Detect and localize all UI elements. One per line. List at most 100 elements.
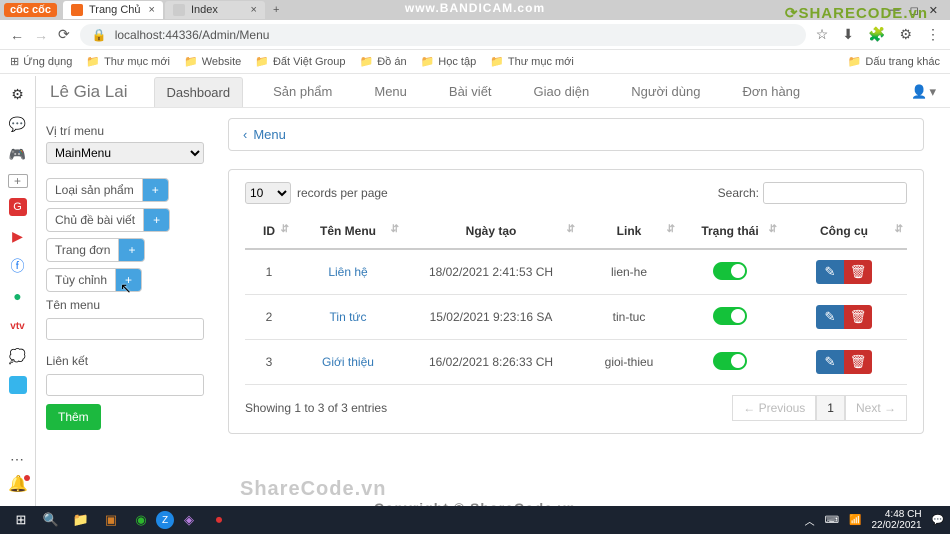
folder-icon: 📁 bbox=[184, 55, 198, 68]
col-status[interactable]: Trạng thái bbox=[679, 214, 781, 249]
menu-icon[interactable]: ⋮ bbox=[926, 26, 940, 43]
bookmark-folder[interactable]: 📁Đồ án bbox=[360, 55, 407, 68]
more-icon[interactable]: ⋯ bbox=[10, 451, 24, 468]
submit-button[interactable]: Thêm bbox=[46, 404, 101, 430]
cell-link: lien-he bbox=[579, 249, 679, 295]
bookmark-folder[interactable]: 📁Học tập bbox=[421, 55, 477, 68]
chat-icon[interactable]: 💭 bbox=[8, 346, 28, 366]
close-icon[interactable]: × bbox=[251, 4, 257, 16]
delete-button[interactable]: 🗑 bbox=[844, 305, 872, 329]
plus-icon: + bbox=[142, 179, 168, 201]
add-category-button[interactable]: Loại sản phẩm+ bbox=[46, 178, 169, 202]
breadcrumb-link[interactable]: Menu bbox=[253, 127, 286, 142]
keyboard-icon[interactable]: ⌨ bbox=[825, 515, 839, 526]
page-length-select[interactable]: 10 bbox=[245, 182, 291, 204]
zalo-icon[interactable]: Z bbox=[156, 511, 174, 529]
nav-users[interactable]: Người dùng bbox=[619, 77, 712, 106]
close-icon[interactable]: ✕ bbox=[929, 4, 938, 17]
visualstudio-icon[interactable]: ◈ bbox=[174, 506, 204, 534]
activity-bar: ⚙ 💬 🎮 + G ▶ ⓕ ● vtv 💭 bbox=[0, 76, 36, 506]
reload-icon[interactable]: ⟳ bbox=[58, 26, 70, 43]
coccoc-task-icon[interactable]: ◉ bbox=[126, 506, 156, 534]
star-icon[interactable]: ☆ bbox=[816, 26, 829, 43]
nav-dashboard[interactable]: Dashboard bbox=[154, 77, 244, 107]
nav-products[interactable]: Sản phẩm bbox=[261, 77, 344, 106]
app-icon[interactable]: G bbox=[9, 198, 27, 216]
bookmark-folder[interactable]: 📁Thư mục mới bbox=[86, 55, 170, 68]
search-input[interactable] bbox=[763, 182, 907, 204]
browser-tab-0[interactable]: Trang Chủ × bbox=[63, 1, 163, 19]
status-toggle[interactable] bbox=[713, 262, 747, 280]
wifi-icon[interactable]: 📶 bbox=[849, 515, 861, 526]
link-input[interactable] bbox=[46, 374, 204, 396]
recording-icon[interactable]: ⏺ bbox=[204, 506, 234, 534]
dot-icon[interactable]: ● bbox=[8, 286, 28, 306]
nav-menu[interactable]: Menu bbox=[362, 77, 419, 106]
start-button[interactable]: ⊞ bbox=[6, 506, 36, 534]
page-number[interactable]: 1 bbox=[816, 395, 845, 421]
forward-icon[interactable]: → bbox=[34, 27, 48, 43]
apps-shortcut[interactable]: ⊞Ứng dụng bbox=[10, 55, 72, 68]
notifications-button[interactable]: 🔔 bbox=[8, 474, 34, 494]
new-tab-button[interactable]: + bbox=[267, 4, 285, 16]
edit-button[interactable]: ✎ bbox=[816, 260, 844, 284]
explorer-icon[interactable]: 📁 bbox=[66, 506, 96, 534]
add-page-button[interactable]: Trang đơn+ bbox=[46, 238, 145, 262]
col-link[interactable]: Link bbox=[579, 214, 679, 249]
prev-button[interactable]: ← Previous bbox=[732, 395, 816, 421]
position-select[interactable]: MainMenu bbox=[46, 142, 204, 164]
bookmark-folder[interactable]: 📁Đất Việt Group bbox=[255, 55, 345, 68]
nav-orders[interactable]: Đơn hàng bbox=[730, 77, 812, 106]
url-field[interactable]: 🔒 localhost:44336/Admin/Menu bbox=[80, 24, 806, 46]
add-topic-button[interactable]: Chủ đề bài viết+ bbox=[46, 208, 170, 232]
breadcrumb: ‹ Menu bbox=[228, 118, 924, 151]
bandicam-watermark: www.BANDICAM.com bbox=[405, 1, 545, 15]
col-name[interactable]: Tên Menu bbox=[293, 214, 403, 249]
youtube-icon[interactable]: ▶ bbox=[8, 226, 28, 246]
close-icon[interactable]: × bbox=[149, 4, 155, 16]
settings-icon[interactable]: ⚙ bbox=[899, 26, 912, 43]
extension-icon[interactable]: 🧩 bbox=[868, 26, 885, 43]
vtv-icon[interactable]: vtv bbox=[8, 316, 28, 336]
notification-center-icon[interactable]: 💬 bbox=[932, 515, 944, 526]
video-icon[interactable]: ▣ bbox=[96, 506, 126, 534]
bookmark-folder[interactable]: 📁Thư mục mới bbox=[490, 55, 574, 68]
col-actions[interactable]: Công cụ bbox=[781, 214, 907, 249]
delete-button[interactable]: 🗑 bbox=[844, 350, 872, 374]
bookmark-folder[interactable]: 📁Website bbox=[184, 55, 241, 68]
messenger-icon[interactable]: 💬 bbox=[8, 114, 28, 134]
nav-posts[interactable]: Bài viết bbox=[437, 77, 504, 106]
col-date[interactable]: Ngày tạo bbox=[403, 214, 579, 249]
menu-name-input[interactable] bbox=[46, 318, 204, 340]
add-tile-button[interactable]: + bbox=[8, 174, 28, 188]
table-row: 3Giới thiệu16/02/2021 8:26:33 CHgioi-thi… bbox=[245, 340, 907, 385]
status-toggle[interactable] bbox=[713, 352, 747, 370]
edit-button[interactable]: ✎ bbox=[816, 350, 844, 374]
sharecode-logo: ⟳SHARECODE.vn bbox=[785, 4, 928, 22]
table-row: 2Tin tức15/02/2021 9:23:16 SAtin-tuc✎🗑 bbox=[245, 295, 907, 340]
gear-icon[interactable]: ⚙ bbox=[8, 84, 28, 104]
folder-icon: 📁 bbox=[360, 55, 374, 68]
search-icon[interactable]: 🔍 bbox=[36, 506, 66, 534]
next-button[interactable]: Next → bbox=[845, 395, 907, 421]
search-label: Search: bbox=[718, 186, 759, 200]
other-bookmarks[interactable]: 📁Dấu trang khác bbox=[848, 55, 940, 68]
facebook-icon[interactable]: ⓕ bbox=[8, 256, 28, 276]
back-icon[interactable]: ← bbox=[10, 27, 24, 43]
favicon-icon bbox=[173, 4, 185, 16]
nav-theme[interactable]: Giao diện bbox=[522, 77, 602, 106]
cell-id: 2 bbox=[245, 295, 293, 340]
download-icon[interactable]: ⬇ bbox=[842, 26, 854, 43]
menu-name-link[interactable]: Liên hệ bbox=[328, 265, 367, 279]
delete-button[interactable]: 🗑 bbox=[844, 260, 872, 284]
gamepad-icon[interactable]: 🎮 bbox=[8, 144, 28, 164]
user-menu[interactable]: 👤 ▾ bbox=[911, 84, 936, 100]
tile-icon[interactable] bbox=[9, 376, 27, 394]
edit-button[interactable]: ✎ bbox=[816, 305, 844, 329]
tray-chevron-icon[interactable]: ︿ bbox=[805, 513, 815, 528]
col-id[interactable]: ID bbox=[245, 214, 293, 249]
menu-name-link[interactable]: Giới thiệu bbox=[322, 355, 374, 369]
menu-name-link[interactable]: Tin tức bbox=[330, 310, 367, 324]
browser-tab-1[interactable]: Index × bbox=[165, 1, 265, 19]
status-toggle[interactable] bbox=[713, 307, 747, 325]
